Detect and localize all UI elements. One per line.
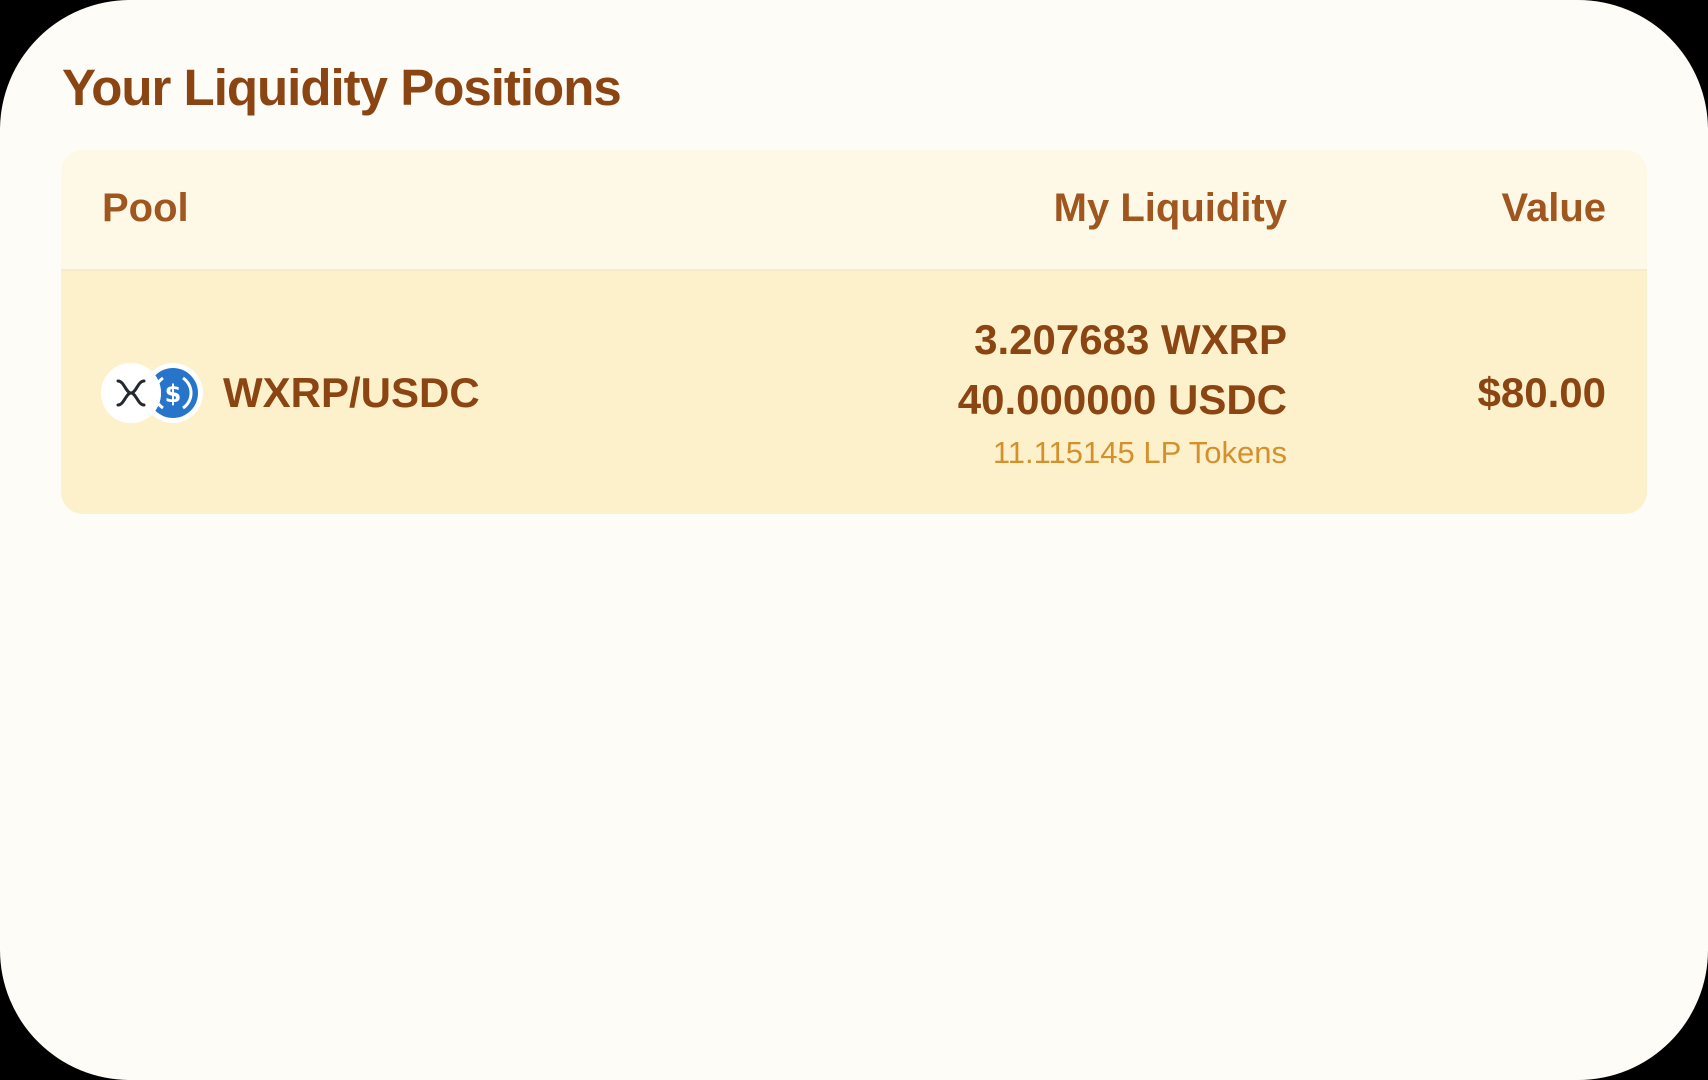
column-header-value: Value bbox=[1501, 186, 1606, 230]
page-title: Your Liquidity Positions bbox=[62, 59, 622, 116]
table-header: Pool My Liquidity Value bbox=[61, 150, 1647, 271]
liquidity-amount-wxrp: 3.207683 WXRP bbox=[974, 316, 1287, 363]
app-window: Your Liquidity Positions Pool My Liquidi… bbox=[0, 0, 1708, 1080]
pool-name: WXRP/USDC bbox=[223, 369, 480, 416]
liquidity-amount-usdc: 40.000000 USDC bbox=[957, 376, 1287, 423]
xrp-icon bbox=[101, 363, 161, 423]
column-header-pool: Pool bbox=[102, 186, 189, 230]
column-header-my-liquidity: My Liquidity bbox=[1053, 186, 1287, 230]
svg-text:$: $ bbox=[165, 380, 182, 408]
liquidity-positions-table: Pool My Liquidity Value $ WXRP/USDC 3.20… bbox=[61, 150, 1647, 514]
position-value: $80.00 bbox=[1477, 369, 1606, 416]
token-pair-icons: $ bbox=[101, 363, 203, 425]
lp-token-amount: 11.115145 LP Tokens bbox=[992, 435, 1287, 470]
table-row[interactable]: $ WXRP/USDC 3.207683 WXRP 40.000000 USDC… bbox=[61, 271, 1647, 514]
